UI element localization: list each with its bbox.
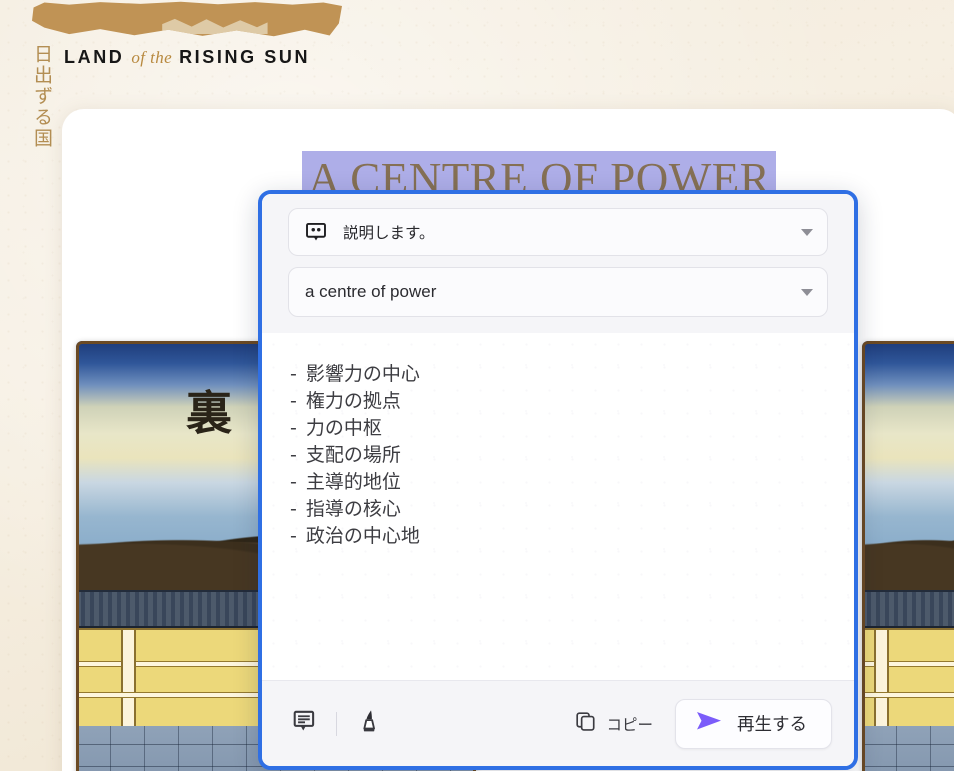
translation-results-panel: - 影響力の中心 - 権力の拠点 - 力の中枢 - 支配の場所 - 主導的地位 - 指導の核… bbox=[262, 333, 854, 680]
copy-button[interactable]: コピー bbox=[569, 705, 659, 743]
quote-bubble-icon bbox=[305, 221, 327, 243]
brand-word-land: LAND bbox=[64, 47, 125, 67]
copy-button-label: コピー bbox=[606, 715, 653, 734]
list-bullet: - bbox=[290, 444, 297, 466]
list-item-label: 主導的地位 bbox=[305, 471, 401, 493]
vertical-japanese-title: 日出ずる国 bbox=[31, 44, 53, 149]
list-item[interactable]: - 影響力の中心 bbox=[290, 361, 854, 388]
list-bullet: - bbox=[290, 417, 297, 439]
artwork-trees bbox=[862, 514, 954, 595]
term-dropdown[interactable]: a centre of power bbox=[288, 267, 828, 317]
artwork-wall bbox=[862, 627, 954, 727]
list-bullet: - bbox=[290, 498, 297, 520]
list-item[interactable]: - 指導の核心 bbox=[290, 496, 854, 523]
app-root: 日出ずる国 LAND of the RISING SUN A CENTRE OF… bbox=[0, 0, 954, 771]
list-item-label: 権力の拠点 bbox=[305, 390, 401, 412]
copy-icon bbox=[575, 711, 596, 737]
ukiyoe-artwork-right bbox=[862, 341, 954, 771]
term-dropdown-value: a centre of power bbox=[305, 282, 437, 301]
list-item-label: 政治の中心地 bbox=[305, 525, 420, 547]
list-bullet: - bbox=[290, 525, 297, 547]
highlighter-icon bbox=[355, 708, 381, 739]
artwork-roof bbox=[862, 590, 954, 628]
chevron-down-icon bbox=[801, 228, 813, 236]
dialog-toolbar: コピー 再生する bbox=[262, 680, 854, 766]
comment-button[interactable] bbox=[288, 707, 322, 741]
list-item[interactable]: - 力の中枢 bbox=[290, 415, 854, 442]
list-item[interactable]: - 政治の中心地 bbox=[290, 523, 854, 550]
dialog-header: 説明します。 a centre of power bbox=[262, 194, 854, 333]
list-bullet: - bbox=[290, 390, 297, 412]
toolbar-divider bbox=[336, 711, 337, 736]
mode-dropdown-value: 説明します。 bbox=[343, 224, 435, 242]
list-bullet: - bbox=[290, 471, 297, 493]
artwork-stone-base bbox=[862, 726, 954, 771]
brand-logo: LAND of the RISING SUN bbox=[64, 47, 310, 68]
highlighter-button[interactable] bbox=[351, 707, 385, 741]
artwork-wall-post bbox=[121, 629, 136, 727]
artwork-wall-post bbox=[874, 629, 889, 727]
toolbar-left-group bbox=[288, 707, 385, 741]
list-item-label: 指導の核心 bbox=[305, 498, 401, 520]
translation-results-list: - 影響力の中心 - 権力の拠点 - 力の中枢 - 支配の場所 - 主導的地位 - 指導の核… bbox=[290, 361, 854, 550]
list-bullet: - bbox=[290, 363, 297, 385]
list-item[interactable]: - 主導的地位 bbox=[290, 469, 854, 496]
play-button[interactable]: 再生する bbox=[675, 698, 832, 749]
play-button-label: 再生する bbox=[737, 715, 807, 735]
list-item[interactable]: - 権力の拠点 bbox=[290, 388, 854, 415]
toolbar-right-group: コピー 再生する bbox=[569, 698, 832, 749]
translation-dialog: 説明します。 a centre of power - 影響力の中心 - 権力の拠点 … bbox=[258, 190, 858, 770]
mode-dropdown[interactable]: 説明します。 bbox=[288, 208, 828, 256]
chevron-down-icon bbox=[801, 288, 813, 296]
comment-icon bbox=[292, 708, 318, 739]
list-item[interactable]: - 支配の場所 bbox=[290, 442, 854, 469]
brand-word-risingsun: RISING SUN bbox=[179, 47, 311, 67]
list-item-label: 支配の場所 bbox=[305, 444, 401, 466]
list-item-label: 影響力の中心 bbox=[305, 363, 420, 385]
play-icon bbox=[694, 708, 724, 739]
brush-stroke-banner bbox=[32, 1, 342, 37]
list-item-label: 力の中枢 bbox=[305, 417, 382, 439]
brand-word-ofthe: of the bbox=[131, 48, 173, 67]
